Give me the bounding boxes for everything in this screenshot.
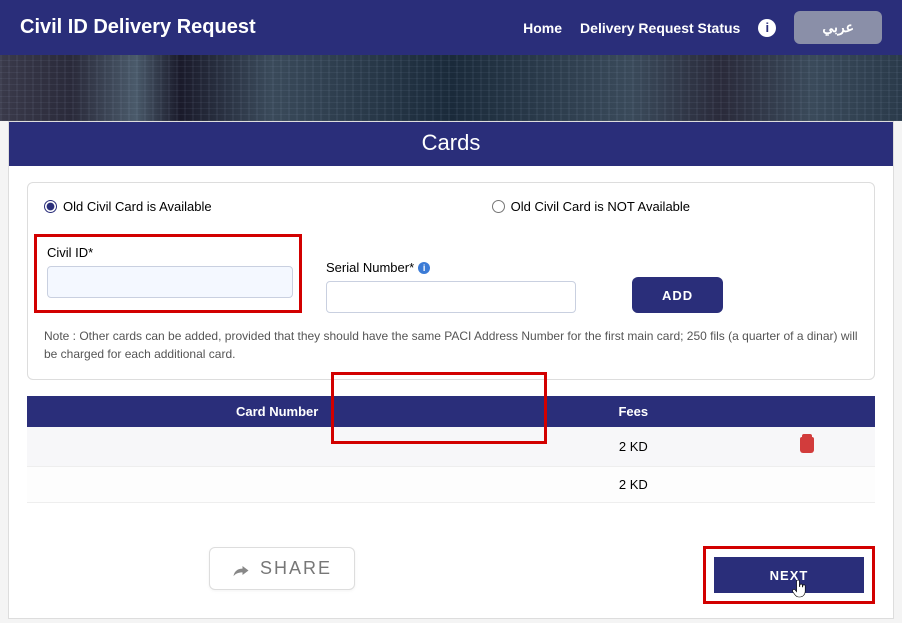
radio-not-available-input[interactable] <box>492 200 505 213</box>
share-button[interactable]: SHARE <box>209 547 355 590</box>
share-icon <box>232 562 250 576</box>
cell-card-number <box>27 467 527 503</box>
banner-image <box>0 55 902 121</box>
note-text: Note : Other cards can be added, provide… <box>44 327 858 363</box>
radio-not-available[interactable]: Old Civil Card is NOT Available <box>492 199 690 214</box>
next-highlight-box: NEXT <box>703 546 875 604</box>
col-actions <box>739 396 875 427</box>
serial-number-field: Serial Number* i <box>326 260 584 313</box>
civil-id-input[interactable] <box>47 266 293 298</box>
serial-number-label: Serial Number* i <box>326 260 584 275</box>
radio-not-available-label: Old Civil Card is NOT Available <box>511 199 690 214</box>
navbar: Civil ID Delivery Request Home Delivery … <box>0 0 902 55</box>
info-icon[interactable]: i <box>758 19 776 37</box>
table-row: 2 KD <box>27 427 875 467</box>
nav-status[interactable]: Delivery Request Status <box>580 20 740 36</box>
next-button[interactable]: NEXT <box>714 557 864 593</box>
radio-available-input[interactable] <box>44 200 57 213</box>
col-fees: Fees <box>527 396 739 427</box>
language-button[interactable]: عربي <box>794 11 882 44</box>
radio-available[interactable]: Old Civil Card is Available <box>44 199 212 214</box>
share-label: SHARE <box>260 558 332 579</box>
fields-row: Civil ID* Serial Number* i ADD <box>44 234 858 313</box>
trash-icon[interactable] <box>800 437 814 453</box>
cell-card-number <box>27 427 527 467</box>
table-row: 2 KD <box>27 467 875 503</box>
availability-radio-group: Old Civil Card is Available Old Civil Ca… <box>44 199 858 214</box>
col-card-number: Card Number <box>27 396 527 427</box>
next-button-label: NEXT <box>770 568 809 583</box>
serial-number-input[interactable] <box>326 281 576 313</box>
serial-number-label-text: Serial Number* <box>326 260 414 275</box>
civil-id-field: Civil ID* <box>34 234 302 313</box>
cell-actions <box>739 467 875 503</box>
radio-available-label: Old Civil Card is Available <box>63 199 212 214</box>
info-icon[interactable]: i <box>418 262 430 274</box>
civil-id-label: Civil ID* <box>47 245 289 260</box>
panel-title: Cards <box>9 122 893 166</box>
nav-home[interactable]: Home <box>523 20 562 36</box>
cell-fees: 2 KD <box>527 467 739 503</box>
app-title: Civil ID Delivery Request <box>20 16 256 39</box>
cell-actions <box>739 427 875 467</box>
add-button[interactable]: ADD <box>632 277 723 313</box>
card-form-panel: Old Civil Card is Available Old Civil Ca… <box>27 182 875 380</box>
main-panel: Cards Old Civil Card is Available Old Ci… <box>8 121 894 619</box>
cards-table: Card Number Fees 2 KD2 KD <box>27 396 875 503</box>
navbar-right: Home Delivery Request Status i عربي <box>523 11 882 44</box>
cell-fees: 2 KD <box>527 427 739 467</box>
